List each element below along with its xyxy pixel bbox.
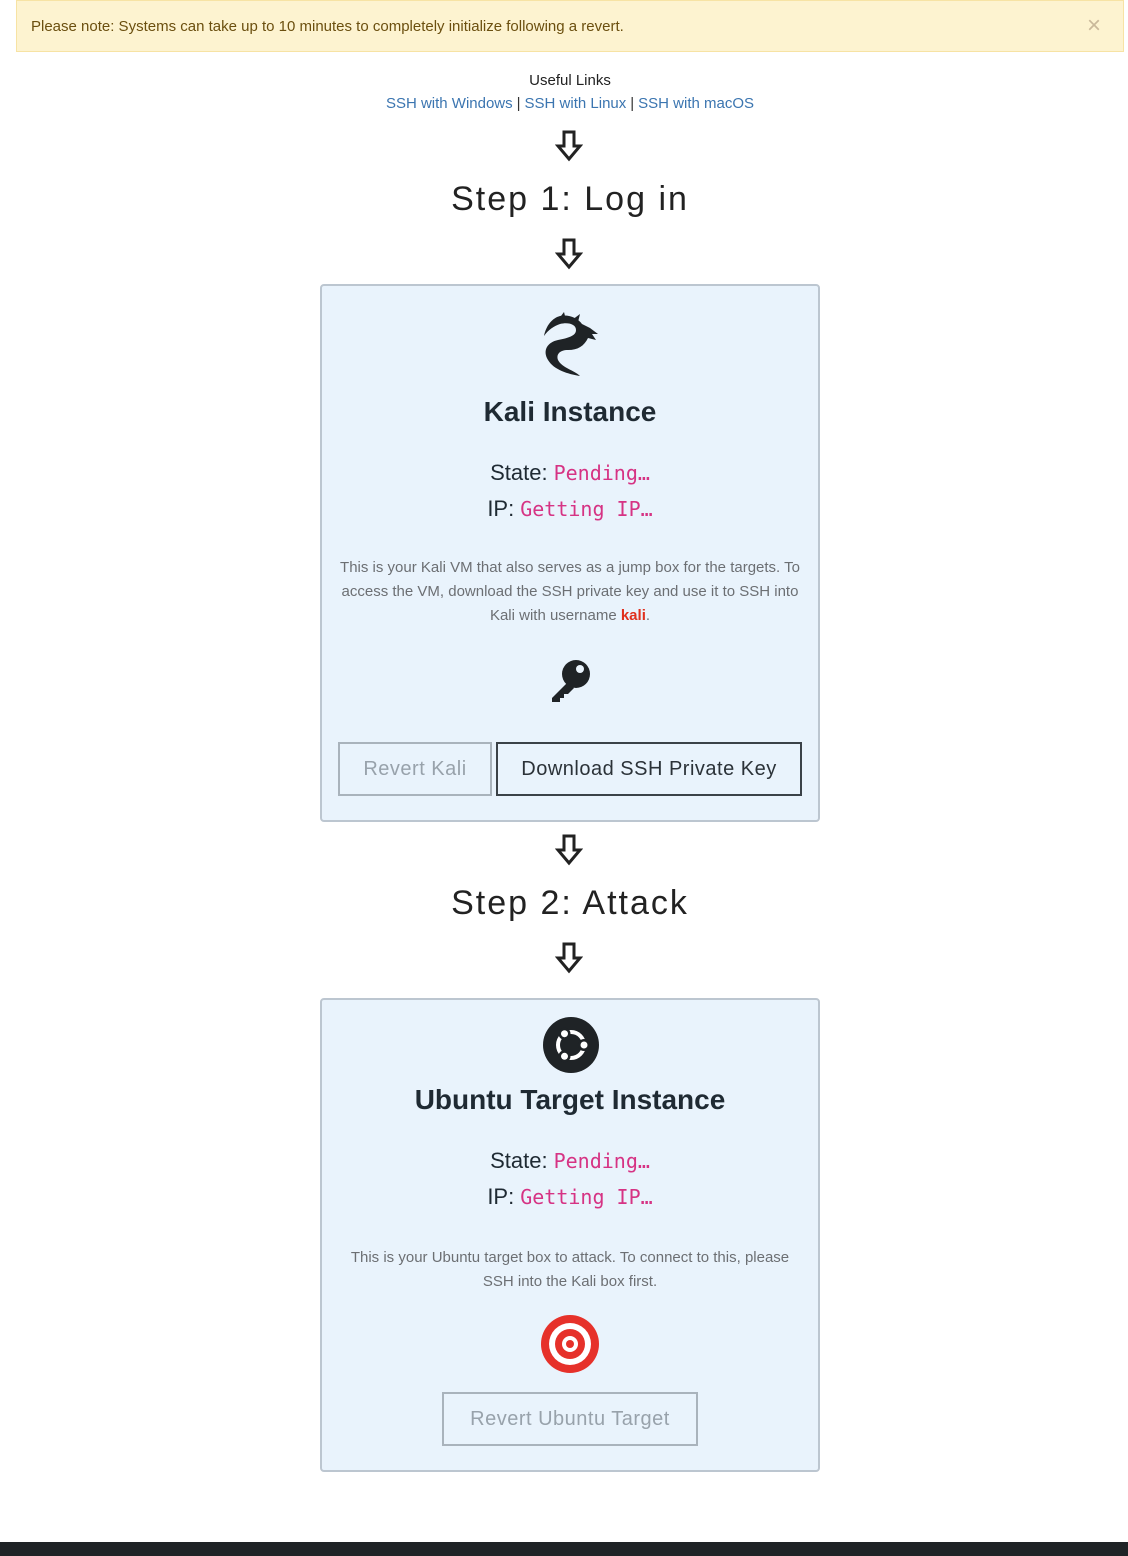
target-icon bbox=[541, 1315, 599, 1373]
link-ssh-windows[interactable]: SSH with Windows bbox=[386, 95, 513, 112]
useful-links: Useful Links SSH with Windows | SSH with L… bbox=[0, 72, 1128, 112]
kali-dragon-icon bbox=[544, 312, 598, 376]
useful-links-title: Useful Links bbox=[529, 72, 611, 89]
kali-ip-row: IP: Getting IP… bbox=[322, 496, 818, 522]
kali-ip-label: IP: bbox=[487, 496, 515, 521]
revert-ubuntu-button[interactable]: Revert Ubuntu Target bbox=[442, 1392, 698, 1446]
ubuntu-ip-row: IP: Getting IP… bbox=[322, 1184, 818, 1210]
down-arrow-icon bbox=[555, 130, 583, 162]
kali-username: kali bbox=[620, 607, 646, 624]
ubuntu-description: This is your Ubuntu target box to attack… bbox=[350, 1249, 790, 1290]
ubuntu-card: Ubuntu Target Instance State: Pending… IP… bbox=[320, 998, 820, 1472]
ubuntu-ip-label: IP: bbox=[487, 1184, 515, 1209]
kali-title: Kali Instance bbox=[483, 396, 657, 427]
ubuntu-ip-value: Getting IP… bbox=[520, 1185, 653, 1209]
kali-card: Kali Instance State: Pending… IP: Getting … bbox=[320, 284, 820, 822]
footer-bar bbox=[0, 1542, 1128, 1556]
kali-ip-value: Getting IP… bbox=[520, 497, 653, 521]
alert-message: Please note: Systems can take up to 10 m… bbox=[31, 17, 624, 35]
down-arrow-icon bbox=[555, 238, 583, 270]
link-ssh-linux[interactable]: SSH with Linux bbox=[525, 95, 627, 112]
close-icon[interactable]: × bbox=[1087, 13, 1101, 39]
kali-state-value: Pending… bbox=[553, 461, 650, 485]
link-separator: | bbox=[630, 95, 635, 112]
link-ssh-macos[interactable]: SSH with macOS bbox=[638, 95, 754, 112]
key-icon bbox=[552, 660, 590, 702]
link-separator: | bbox=[516, 95, 521, 112]
kali-description-text: This is your Kali VM that also serves as… bbox=[340, 559, 800, 624]
ubuntu-state-label: State: bbox=[490, 1148, 548, 1173]
kali-state-label: State: bbox=[490, 460, 548, 485]
download-ssh-key-button[interactable]: Download SSH Private Key bbox=[496, 742, 802, 796]
step-2-title: Step 2: Attack bbox=[451, 884, 689, 922]
step-1-title: Step 1: Log in bbox=[451, 180, 689, 218]
kali-description: This is your Kali VM that also serves as… bbox=[340, 556, 800, 628]
alert-banner: Please note: Systems can take up to 10 m… bbox=[16, 0, 1124, 52]
ubuntu-state-row: State: Pending… bbox=[322, 1148, 818, 1174]
down-arrow-icon bbox=[555, 942, 583, 974]
kali-description-end: . bbox=[645, 607, 651, 624]
ubuntu-title: Ubuntu Target Instance bbox=[414, 1084, 726, 1115]
kali-state-row: State: Pending… bbox=[322, 460, 818, 486]
useful-links-row: SSH with Windows | SSH with Linux | SSH with… bbox=[0, 95, 1128, 112]
ubuntu-state-value: Pending… bbox=[553, 1149, 650, 1173]
ubuntu-icon bbox=[543, 1017, 599, 1073]
revert-kali-button[interactable]: Revert Kali bbox=[338, 742, 492, 796]
down-arrow-icon bbox=[555, 834, 583, 866]
